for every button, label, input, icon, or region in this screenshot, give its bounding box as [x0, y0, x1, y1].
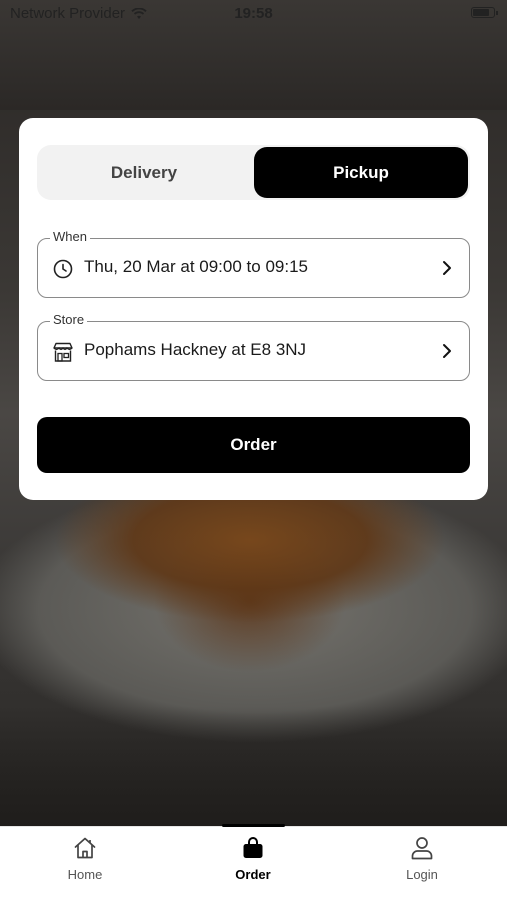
fulfillment-segmented-control: Delivery Pickup — [37, 145, 470, 200]
bottom-tab-bar: Home Order Login — [0, 824, 507, 900]
when-field[interactable]: When Thu, 20 Mar at 09:00 to 09:15 — [37, 229, 470, 298]
tab-home-label: Home — [67, 867, 103, 882]
user-icon — [411, 837, 433, 860]
battery-indicator — [471, 7, 498, 18]
store-icon — [53, 342, 73, 362]
battery-icon — [471, 7, 498, 18]
home-icon — [74, 837, 96, 859]
status-time: 19:58 — [234, 5, 273, 22]
store-field-value: Pophams Hackney at E8 3NJ — [84, 340, 307, 359]
when-field-value: Thu, 20 Mar at 09:00 to 09:15 — [84, 257, 308, 276]
order-options-card: Delivery Pickup When Thu, 20 Mar at 09:0… — [19, 118, 488, 500]
order-button[interactable]: Order — [37, 417, 470, 473]
chevron-right-icon — [443, 344, 451, 358]
delivery-tab-button[interactable]: Delivery — [37, 147, 251, 198]
store-field[interactable]: Store Pophams Hackney at E8 3NJ — [37, 312, 470, 381]
status-bar: Network Provider 19:58 — [0, 0, 507, 28]
active-tab-indicator — [222, 824, 285, 827]
tab-login[interactable]: Login — [382, 835, 462, 895]
store-field-label: Store — [50, 312, 88, 327]
when-field-label: When — [50, 229, 90, 244]
clock-icon — [53, 259, 73, 279]
pickup-tab-button[interactable]: Pickup — [254, 147, 468, 198]
bag-icon — [243, 837, 263, 858]
tab-login-label: Login — [406, 867, 438, 882]
tab-order-label: Order — [235, 867, 271, 882]
tab-order[interactable]: Order — [213, 835, 293, 895]
tab-home[interactable]: Home — [45, 835, 125, 895]
chevron-right-icon — [443, 261, 451, 275]
